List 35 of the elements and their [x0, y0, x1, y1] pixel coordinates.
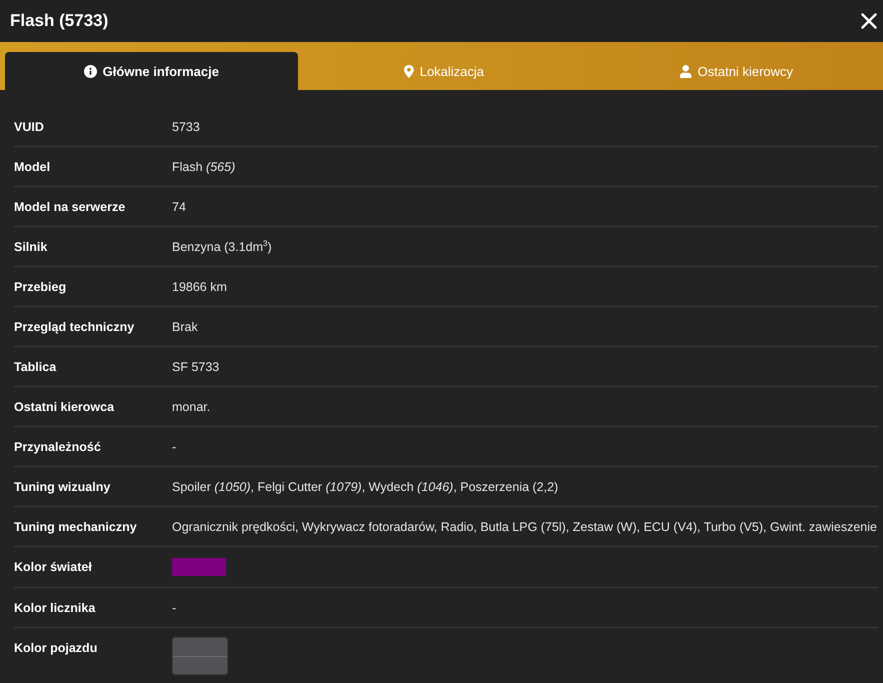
row-label: Model na serwerze	[14, 199, 126, 215]
row-label: Kolor świateł	[14, 559, 93, 575]
row-value: 19866 km	[172, 279, 228, 295]
row-value: 74	[172, 199, 187, 215]
tab[interactable]: Lokalizacja	[298, 52, 590, 90]
close-icon	[861, 13, 877, 29]
row-value: -	[172, 600, 178, 616]
row-label: Kolor licznika	[14, 600, 96, 616]
row-label: Ostatni kierowca	[14, 399, 116, 415]
row-label: Tuning wizualny	[14, 479, 112, 495]
row-label: Kolor pojazdu	[14, 640, 98, 656]
row-label: Przynależność	[14, 439, 102, 455]
row-label: Przegląd techniczny	[14, 319, 136, 335]
tab[interactable]: Główne informacje	[5, 52, 298, 90]
row-value: Ogranicznik prędkości, Wykrywacz fotoradarów, Radio, Butla LPG (75l), Zestaw (W), ECU (V4), Turbo (V5), Gwint. zawieszenie	[172, 519, 878, 535]
row-label: Przebieg	[14, 279, 68, 295]
close-button[interactable]	[859, 11, 879, 31]
row-value: -	[172, 439, 178, 455]
row-label: Tuning mechaniczny	[14, 519, 138, 535]
info-icon	[84, 64, 97, 78]
map-pin-icon	[404, 64, 414, 78]
row-value: Brak	[172, 319, 199, 335]
row-label: VUID	[14, 119, 45, 135]
row-label: Tablica	[14, 359, 58, 375]
row-value: SF 5733	[172, 359, 220, 375]
row-label: Silnik	[14, 239, 48, 255]
window-title: Flash (5733)	[10, 11, 108, 31]
row-value: 5733	[172, 119, 201, 135]
row-label: Model	[14, 159, 52, 175]
tab[interactable]: Ostatni kierowcy	[590, 52, 883, 90]
person-icon	[680, 64, 692, 78]
row-value: Spoiler (1050), Felgi Cutter (1079), Wydech (1046), Poszerzenia (2,2)	[172, 479, 560, 495]
row-value: Flash (565)	[172, 159, 236, 175]
row-value: Benzyna (3.1dm$^{3}$)	[172, 239, 273, 255]
row-value: monar.	[172, 399, 212, 415]
